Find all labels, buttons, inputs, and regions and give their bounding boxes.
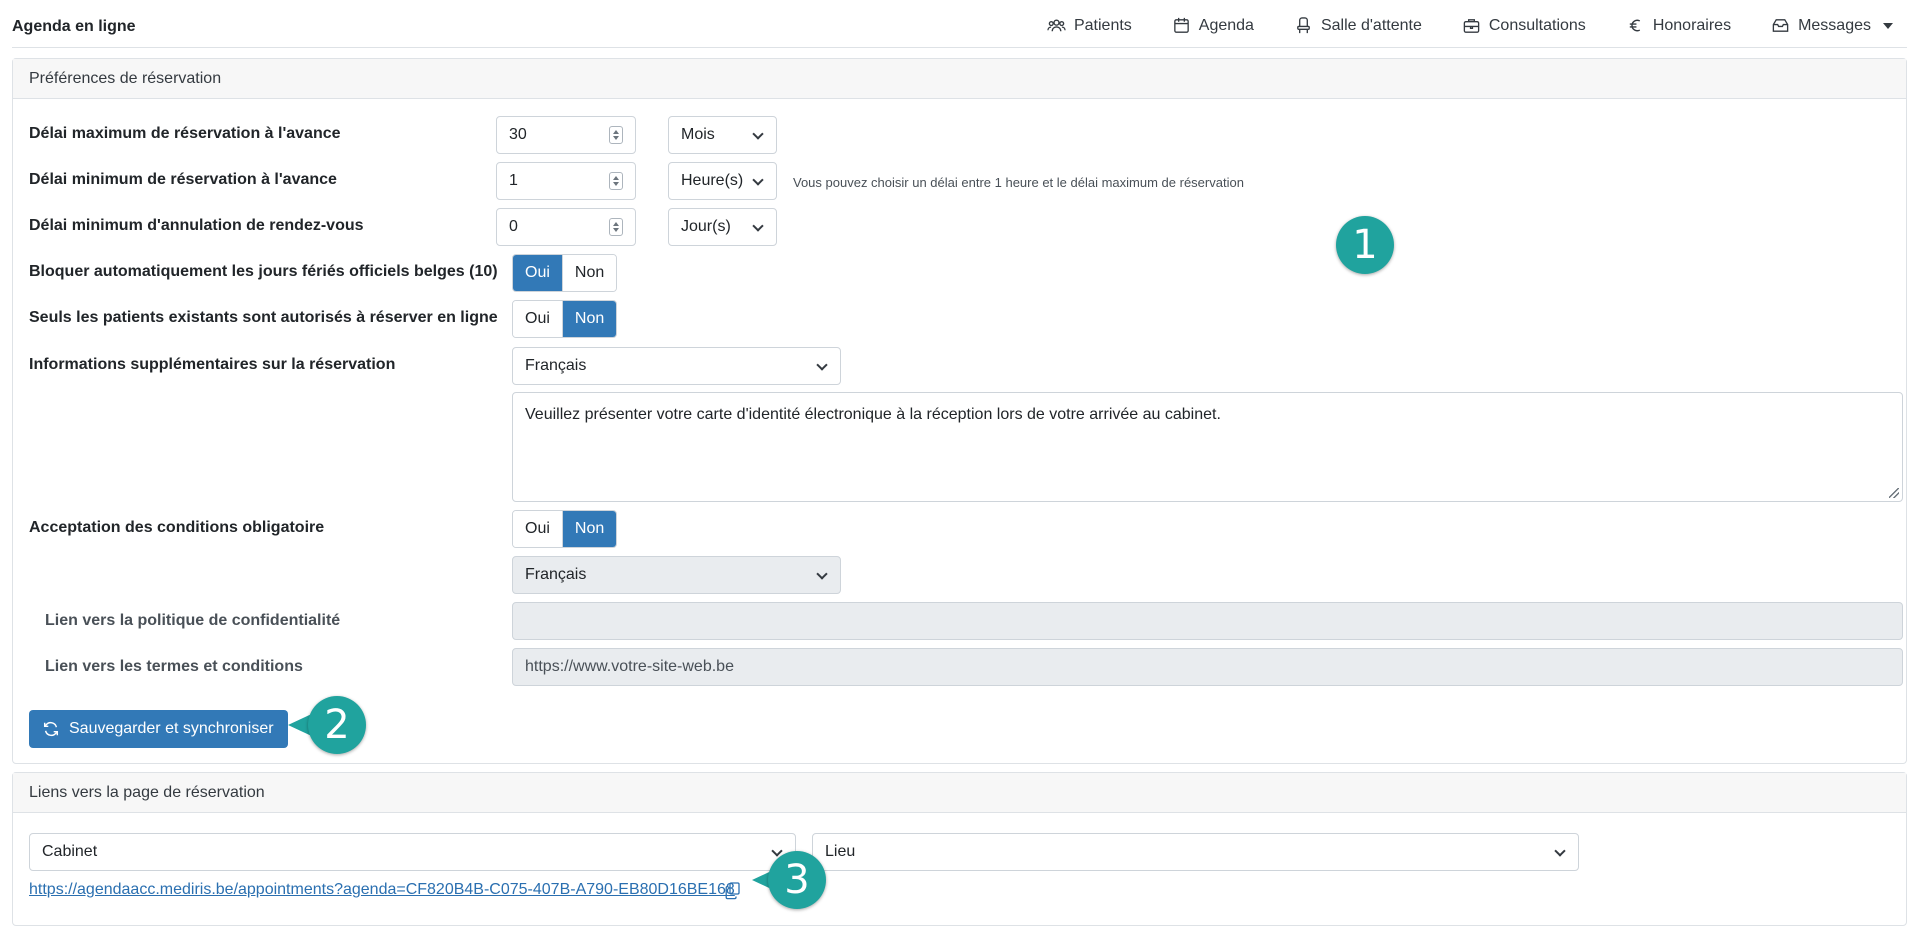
spinner-icon[interactable] [609, 126, 623, 144]
min-delay-value: 1 [509, 172, 518, 189]
extra-info-language-select[interactable]: Français [512, 347, 841, 385]
callout-badge-3: 3 [768, 851, 826, 909]
nav-label: Patients [1073, 16, 1132, 34]
briefcase-icon [1463, 19, 1480, 33]
nav-waiting-room[interactable]: Salle d'attente [1294, 16, 1422, 35]
terms-required-label: Acceptation des conditions obligatoire [29, 519, 325, 536]
caret-down-icon [1883, 22, 1893, 29]
booking-url-link[interactable]: https://agendaacc.mediris.be/appointment… [29, 881, 735, 899]
max-delay-input[interactable]: 30 [496, 116, 636, 154]
card-title: Liens vers la page de réservation [13, 773, 1906, 813]
euro-icon [1629, 19, 1640, 32]
terms-required-toggle: Oui Non [512, 510, 618, 548]
top-navbar: Agenda en ligne Patients Agenda Salle d'… [12, 0, 1907, 48]
copy-icon[interactable] [725, 882, 741, 900]
chevron-down-icon [752, 174, 764, 186]
nav-fees[interactable]: Honoraires [1626, 16, 1731, 35]
terms-link-input[interactable]: https://www.votre-site-web.be [512, 648, 1903, 686]
min-delay-unit: Heure(s) [681, 172, 744, 189]
cabinet-select[interactable]: Cabinet [29, 833, 796, 871]
nav-label: Salle d'attente [1320, 16, 1422, 34]
app-title: Agenda en ligne [12, 18, 136, 35]
max-delay-unit: Mois [681, 126, 715, 143]
callout-badge-1: 1 [1336, 216, 1394, 274]
nav-agenda[interactable]: Agenda [1172, 16, 1254, 35]
terms-link-label: Lien vers les termes et conditions [45, 658, 303, 675]
cancel-delay-value: 0 [509, 218, 518, 235]
terms-link-value: https://www.votre-site-web.be [525, 658, 734, 675]
spinner-icon[interactable] [609, 172, 623, 190]
existing-only-no-option[interactable]: Non [561, 301, 617, 337]
chevron-down-icon [816, 359, 828, 371]
nav-label: Honoraires [1652, 16, 1732, 34]
max-delay-value: 30 [509, 126, 527, 143]
holidays-toggle: Oui Non [512, 254, 618, 292]
existing-only-label: Seuls les patients existants sont autori… [29, 309, 498, 326]
users-icon [1047, 19, 1066, 32]
chevron-down-icon [752, 128, 764, 140]
cancel-delay-label: Délai minimum d'annulation de rendez-vou… [29, 217, 364, 234]
existing-only-yes-option[interactable]: Oui [513, 301, 562, 337]
holidays-yes-option[interactable]: Oui [513, 255, 562, 291]
terms-language: Français [525, 566, 587, 583]
max-delay-label: Délai maximum de réservation à l'avance [29, 125, 341, 142]
booking-preferences-card: Préférences de réservation Délai maximum… [12, 58, 1907, 764]
sync-icon [43, 721, 59, 737]
existing-only-toggle: Oui Non [512, 300, 618, 338]
extra-info-language: Français [525, 357, 587, 374]
calendar-icon [1173, 17, 1189, 33]
main-nav: Patients Agenda Salle d'attente Consulta… [1007, 16, 1893, 35]
nav-label: Messages [1798, 16, 1871, 34]
chevron-down-icon [1554, 845, 1566, 857]
chevron-down-icon [816, 568, 828, 580]
privacy-link-label: Lien vers la politique de confidentialit… [45, 612, 341, 629]
cancel-delay-unit: Jour(s) [681, 218, 731, 235]
resize-handle-icon[interactable] [1889, 488, 1899, 498]
nav-label: Agenda [1198, 16, 1254, 34]
cancel-delay-unit-select[interactable]: Jour(s) [668, 208, 777, 246]
chevron-down-icon [752, 220, 764, 232]
terms-language-select[interactable]: Français [512, 556, 841, 594]
nav-label: Consultations [1488, 16, 1586, 34]
privacy-link-input[interactable] [512, 602, 1903, 640]
terms-no-option[interactable]: Non [561, 511, 617, 547]
terms-yes-option[interactable]: Oui [513, 511, 562, 547]
booking-links-card: Liens vers la page de réservation Cabine… [12, 772, 1907, 926]
cancel-delay-input[interactable]: 0 [496, 208, 636, 246]
nav-patients[interactable]: Patients [1047, 16, 1132, 35]
min-delay-help: Vous pouvez choisir un délai entre 1 heu… [793, 175, 1244, 190]
nav-messages[interactable]: Messages [1771, 16, 1893, 35]
save-sync-label: Sauvegarder et synchroniser [69, 720, 274, 737]
holidays-no-option[interactable]: Non [561, 255, 617, 291]
chair-icon [1297, 17, 1310, 34]
extra-info-textarea[interactable]: Veuillez présenter votre carte d'identit… [512, 392, 1903, 502]
min-delay-unit-select[interactable]: Heure(s) [668, 162, 777, 200]
max-delay-unit-select[interactable]: Mois [668, 116, 777, 154]
extra-info-label: Informations supplémentaires sur la rése… [29, 356, 396, 373]
cabinet-value: Cabinet [42, 843, 98, 860]
lieu-select[interactable]: Lieu [812, 833, 1579, 871]
min-delay-input[interactable]: 1 [496, 162, 636, 200]
callout-badge-2: 2 [308, 696, 366, 754]
lieu-value: Lieu [825, 843, 856, 860]
extra-info-text: Veuillez présenter votre carte d'identit… [525, 406, 1221, 423]
min-delay-label: Délai minimum de réservation à l'avance [29, 171, 337, 188]
envelope-icon [1772, 19, 1789, 32]
nav-consultations[interactable]: Consultations [1462, 16, 1586, 35]
spinner-icon[interactable] [609, 218, 623, 236]
save-sync-button[interactable]: Sauvegarder et synchroniser [29, 710, 288, 748]
card-title: Préférences de réservation [13, 59, 1906, 99]
holidays-label: Bloquer automatiquement les jours fériés… [29, 263, 498, 280]
